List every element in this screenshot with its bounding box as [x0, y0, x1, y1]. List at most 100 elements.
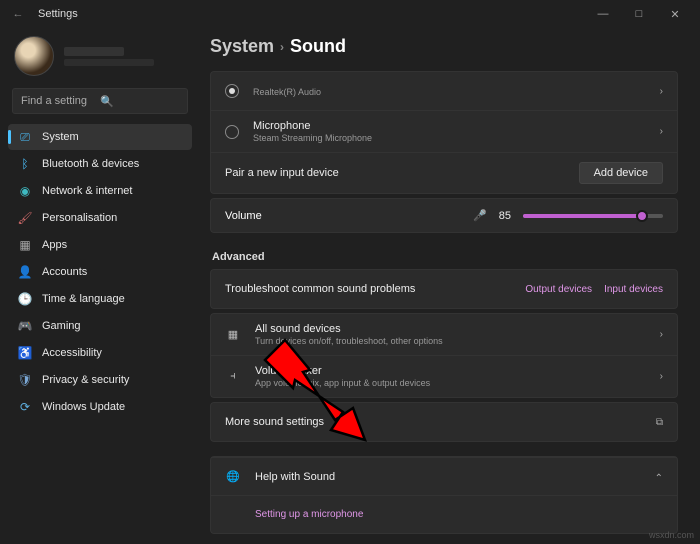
volume-card: Volume 🎤 85 — [210, 198, 678, 233]
help-microphone-row[interactable]: Setting up a microphone — [211, 495, 677, 533]
volume-row: Volume 🎤 85 — [211, 199, 677, 232]
chevron-right-icon: › — [660, 86, 663, 97]
maximize-button[interactable]: □ — [622, 2, 656, 26]
search-icon: 🔍 — [100, 95, 179, 108]
sidebar-item-accessibility[interactable]: ♿ Accessibility — [8, 340, 192, 366]
all-sound-devices-row[interactable]: ▦ All sound devices Turn devices on/off,… — [211, 314, 677, 355]
row-title: Volume mixer — [255, 365, 660, 377]
volume-value: 85 — [499, 210, 511, 222]
nav-icon: ♿ — [18, 346, 32, 360]
sidebar-item-windows-update[interactable]: ⟳ Windows Update — [8, 394, 192, 420]
sidebar-item-label: Time & language — [42, 293, 125, 305]
close-button[interactable]: ✕ — [658, 2, 692, 26]
window-title: Settings — [38, 8, 78, 20]
nav-icon: 🕒 — [18, 292, 32, 306]
pair-input-device-row: Pair a new input device Add device — [211, 152, 677, 193]
sidebar-item-label: Accounts — [42, 266, 87, 278]
sidebar-item-bluetooth-devices[interactable]: ᛒ Bluetooth & devices — [8, 151, 192, 177]
nav-icon: 🖌 — [18, 211, 32, 225]
sidebar-item-network-internet[interactable]: ◉ Network & internet — [8, 178, 192, 204]
titlebar: ← Settings — □ ✕ — [0, 0, 700, 28]
user-name-block — [64, 47, 154, 66]
devices-icon: ▦ — [225, 328, 241, 341]
radio-icon[interactable] — [225, 125, 239, 139]
microphone-icon[interactable]: 🎤 — [473, 209, 487, 222]
breadcrumb: System › Sound — [210, 32, 678, 71]
device-sub: Steam Streaming Microphone — [253, 133, 660, 143]
external-link-icon: ⧉ — [656, 417, 663, 428]
volume-mixer-row[interactable]: ⫞ Volume mixer App volume mix, app input… — [211, 355, 677, 397]
page-title: Sound — [290, 36, 346, 57]
sidebar-item-system[interactable]: ⎚ System — [8, 124, 192, 150]
chevron-up-icon — [655, 471, 663, 482]
advanced-card: ▦ All sound devices Turn devices on/off,… — [210, 313, 678, 398]
row-title: More sound settings — [225, 416, 656, 428]
sidebar: Find a setting 🔍 ⎚ System ᛒ Bluetooth & dev… — [0, 28, 200, 544]
watermark: wsxdn.com — [649, 530, 694, 540]
sidebar-item-gaming[interactable]: 🎮 Gaming — [8, 313, 192, 339]
minimize-button[interactable]: — — [586, 2, 620, 26]
sidebar-item-label: Personalisation — [42, 212, 117, 224]
volume-slider[interactable] — [523, 214, 663, 218]
row-sub: App volume mix, app input & output devic… — [255, 378, 660, 388]
sidebar-item-label: Gaming — [42, 320, 81, 332]
more-sound-settings-row[interactable]: More sound settings ⧉ — [211, 403, 677, 441]
pair-label: Pair a new input device — [225, 167, 579, 179]
globe-icon: 🌐 — [225, 470, 241, 483]
nav-icon: 🎮 — [18, 319, 32, 333]
sidebar-item-personalisation[interactable]: 🖌 Personalisation — [8, 205, 192, 231]
sidebar-item-label: System — [42, 131, 79, 143]
add-device-button[interactable]: Add device — [579, 162, 663, 184]
chevron-right-icon: › — [660, 329, 663, 340]
troubleshoot-label: Troubleshoot common sound problems — [225, 283, 525, 295]
sidebar-item-label: Network & internet — [42, 185, 132, 197]
row-sub: Turn devices on/off, troubleshoot, other… — [255, 336, 660, 346]
input-devices-link[interactable]: Input devices — [604, 284, 663, 295]
content-area: System › Sound Realtek(R) Audio › Microp… — [200, 28, 700, 544]
help-card: 🌐 Help with Sound Setting up a microphon… — [210, 456, 678, 534]
advanced-header: Advanced — [210, 237, 678, 269]
sidebar-item-label: Bluetooth & devices — [42, 158, 139, 170]
more-sound-settings-card: More sound settings ⧉ — [210, 402, 678, 442]
user-profile[interactable] — [8, 32, 192, 88]
radio-icon[interactable] — [225, 84, 239, 98]
volume-label: Volume — [225, 210, 461, 222]
nav-icon: ▦ — [18, 238, 32, 252]
nav-icon: ⎚ — [18, 130, 32, 144]
sidebar-item-accounts[interactable]: 👤 Accounts — [8, 259, 192, 285]
troubleshoot-row: Troubleshoot common sound problems Outpu… — [211, 270, 677, 308]
nav-icon: 🛡 — [18, 373, 32, 387]
chevron-right-icon: › — [660, 371, 663, 382]
search-input[interactable]: Find a setting 🔍 — [12, 88, 188, 114]
sidebar-item-label: Accessibility — [42, 347, 102, 359]
input-device-realtek[interactable]: Realtek(R) Audio › — [211, 72, 677, 110]
sidebar-item-label: Windows Update — [42, 401, 125, 413]
input-devices-card: Realtek(R) Audio › Microphone Steam Stre… — [210, 71, 678, 194]
help-with-sound-row[interactable]: 🌐 Help with Sound — [211, 457, 677, 495]
row-title: All sound devices — [255, 323, 660, 335]
breadcrumb-parent[interactable]: System — [210, 36, 274, 57]
nav-icon: 👤 — [18, 265, 32, 279]
output-devices-link[interactable]: Output devices — [525, 284, 592, 295]
sidebar-item-label: Apps — [42, 239, 67, 251]
nav-icon: ᛒ — [18, 157, 32, 171]
help-link[interactable]: Setting up a microphone — [255, 509, 363, 520]
troubleshoot-card: Troubleshoot common sound problems Outpu… — [210, 269, 678, 309]
nav-icon: ⟳ — [18, 400, 32, 414]
device-sub: Realtek(R) Audio — [253, 87, 660, 97]
chevron-right-icon: › — [280, 40, 284, 54]
window-controls: — □ ✕ — [586, 2, 692, 26]
sidebar-item-time-language[interactable]: 🕒 Time & language — [8, 286, 192, 312]
mixer-icon: ⫞ — [225, 370, 241, 383]
nav-icon: ◉ — [18, 184, 32, 198]
row-title: Help with Sound — [255, 471, 655, 483]
sidebar-item-apps[interactable]: ▦ Apps — [8, 232, 192, 258]
sidebar-item-label: Privacy & security — [42, 374, 129, 386]
device-title: Microphone — [253, 120, 660, 132]
avatar — [14, 36, 54, 76]
sidebar-item-privacy-security[interactable]: 🛡 Privacy & security — [8, 367, 192, 393]
search-placeholder: Find a setting — [21, 95, 100, 107]
chevron-right-icon: › — [660, 126, 663, 137]
input-device-microphone[interactable]: Microphone Steam Streaming Microphone › — [211, 110, 677, 152]
back-button[interactable]: ← — [8, 4, 28, 24]
